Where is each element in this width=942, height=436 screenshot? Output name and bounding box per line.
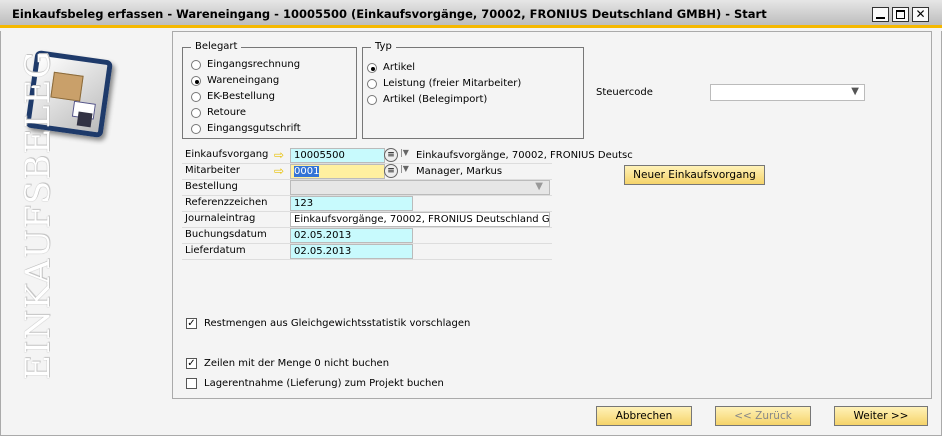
chevron-down-icon: ▼ — [851, 86, 859, 97]
belegart-option-label: Wareneingang — [207, 75, 280, 86]
typ-option-label: Leistung (freier Mitarbeiter) — [383, 78, 522, 89]
bestellung-dropdown[interactable]: ▼ — [290, 180, 550, 195]
back-button: << Zurück — [715, 406, 811, 426]
maximize-button[interactable] — [892, 7, 909, 22]
sidebar-vertical-text: EINKAUFSBELEG — [18, 50, 58, 380]
belegart-option-label: Eingangsgutschrift — [207, 123, 301, 134]
belegart-radio[interactable] — [191, 124, 201, 134]
next-button[interactable]: Weiter >> — [834, 406, 928, 426]
einkaufsvorgang-input[interactable]: 10005500 — [290, 148, 385, 163]
belegart-radio[interactable] — [191, 108, 201, 118]
window-title: Einkaufsbeleg erfassen - Wareneingang - … — [12, 7, 767, 21]
checkbox-label: Lagerentnahme (Lieferung) zum Projekt bu… — [204, 378, 444, 389]
typ-option-label: Artikel (Belegimport) — [383, 94, 488, 105]
link-arrow-icon[interactable]: ⇨ — [274, 148, 284, 162]
belegart-option-label: Eingangsrechnung — [207, 59, 301, 70]
mitarbeiter-description: Manager, Markus — [416, 166, 503, 177]
checkbox[interactable] — [186, 378, 197, 389]
mitarbeiter-input[interactable]: 0001 — [290, 164, 385, 179]
belegart-option-label: Retoure — [207, 107, 247, 118]
belegart-radio[interactable] — [191, 76, 201, 86]
list-icon[interactable]: ≡ — [384, 148, 398, 162]
title-bar: Einkaufsbeleg erfassen - Wareneingang - … — [0, 0, 942, 28]
list-icon[interactable]: ≡ — [384, 164, 398, 178]
belegart-radio[interactable] — [191, 92, 201, 102]
lieferdatum-input[interactable]: 02.05.2013 — [290, 244, 413, 259]
neuer-einkaufsvorgang-button[interactable]: Neuer Einkaufsvorgang — [624, 165, 765, 185]
link-arrow-icon[interactable]: ⇨ — [274, 164, 284, 178]
chevron-down-icon[interactable]: |▼ — [400, 148, 409, 157]
referenzzeichen-input[interactable]: 123 — [290, 196, 413, 211]
typ-radio[interactable] — [367, 95, 377, 105]
checkbox-label: Zeilen mit der Menge 0 nicht buchen — [204, 358, 390, 369]
typ-group: Typ — [362, 41, 584, 139]
typ-radio[interactable] — [367, 63, 377, 73]
close-button[interactable]: ✕ — [912, 7, 929, 22]
minimize-button[interactable] — [872, 7, 889, 22]
checkbox[interactable]: ✓ — [186, 318, 197, 329]
belegart-option-label: EK-Bestellung — [207, 91, 275, 102]
buchungsdatum-input[interactable]: 02.05.2013 — [290, 228, 413, 243]
checkbox[interactable]: ✓ — [186, 358, 197, 369]
cancel-button[interactable]: Abbrechen — [596, 406, 692, 426]
belegart-legend: Belegart — [191, 41, 242, 52]
steuercode-dropdown[interactable]: ▼ — [710, 84, 865, 101]
einkaufsvorgang-description: Einkaufsvorgänge, 70002, FRONIUS Deutsc — [416, 150, 633, 161]
checkbox-label: Restmengen aus Gleichgewichtsstatistik v… — [204, 318, 471, 329]
typ-radio[interactable] — [367, 79, 377, 89]
journaleintrag-input[interactable]: Einkaufsvorgänge, 70002, FRONIUS Deutsch… — [290, 212, 550, 227]
typ-option-label: Artikel — [383, 62, 416, 73]
chevron-down-icon: ▼ — [535, 181, 543, 192]
belegart-radio[interactable] — [191, 60, 201, 70]
chevron-down-icon[interactable]: |▼ — [400, 164, 409, 173]
steuercode-label: Steuercode — [596, 87, 653, 98]
typ-legend: Typ — [371, 41, 396, 52]
